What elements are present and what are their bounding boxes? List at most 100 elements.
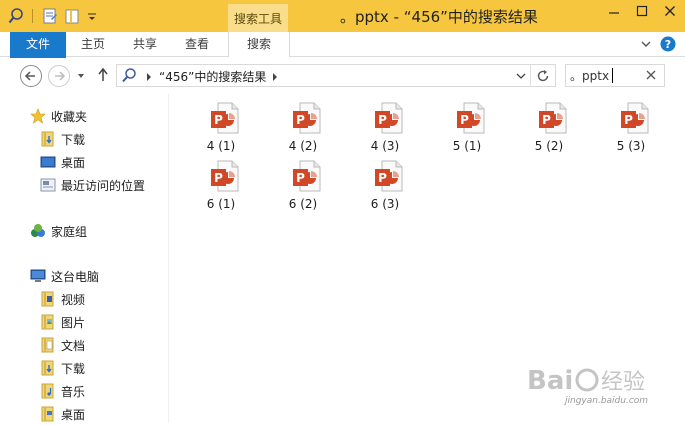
quick-access-divider [32, 9, 33, 23]
music-folder-icon [40, 383, 56, 399]
search-box[interactable] [565, 64, 665, 87]
nav-desktop-pc[interactable]: 桌面 [0, 404, 168, 424]
powerpoint-file-icon: P [621, 102, 649, 134]
up-arrow-icon[interactable] [96, 67, 110, 83]
powerpoint-file-icon: P [293, 160, 321, 192]
powerpoint-file-icon: P [375, 160, 403, 192]
new-folder-icon[interactable] [64, 7, 80, 25]
powerpoint-file-icon: P [457, 102, 485, 134]
svg-text:P: P [542, 113, 551, 127]
desktop-icon [40, 154, 56, 170]
homegroup-icon [30, 223, 46, 239]
file-item[interactable]: P 5 (3) [601, 102, 661, 160]
powerpoint-file-icon: P [293, 102, 321, 134]
address-bar[interactable]: “456”中的搜索结果 [116, 64, 556, 87]
customize-dropdown-icon[interactable] [86, 7, 102, 25]
svg-text:P: P [296, 171, 305, 185]
file-item[interactable]: P 4 (3) [355, 102, 415, 160]
documents-folder-icon [40, 337, 56, 353]
navigation-pane: 收藏夹 下载 桌面 最近访问的位置 家庭组 这台电脑 视频 图片 文档 下载 音… [0, 94, 169, 423]
file-name: 5 (2) [534, 139, 564, 153]
svg-text:经验: 经验 [601, 370, 645, 395]
refresh-icon[interactable] [535, 68, 551, 84]
nav-favorites-label: 收藏夹 [51, 110, 88, 124]
file-name: 5 (1) [452, 139, 482, 153]
file-item[interactable]: P 6 (1) [191, 160, 251, 218]
tab-share[interactable]: 共享 [124, 32, 166, 56]
nav-downloads[interactable]: 下载 [0, 358, 168, 378]
file-name: 5 (3) [616, 139, 646, 153]
text-caret [612, 68, 613, 83]
nav-favorites-desktop[interactable]: 桌面 [0, 152, 168, 172]
svg-text:P: P [378, 171, 387, 185]
file-item[interactable]: P 4 (1) [191, 102, 251, 160]
tab-search[interactable]: 搜索 [228, 32, 290, 57]
svg-text:?: ? [665, 38, 671, 51]
recent-locations-chevron-icon[interactable] [76, 70, 86, 80]
search-input[interactable] [568, 66, 642, 85]
nav-favorites[interactable]: 收藏夹 [0, 106, 168, 126]
nav-homegroup-label: 家庭组 [51, 225, 88, 239]
nav-label-desktop: 桌面 [61, 156, 86, 170]
breadcrumb-next-icon[interactable] [271, 71, 279, 81]
breadcrumb-separator-icon[interactable] [145, 71, 153, 81]
nav-label-downloads-pc: 下载 [61, 362, 86, 376]
nav-music[interactable]: 音乐 [0, 381, 168, 401]
svg-text:P: P [214, 171, 223, 185]
breadcrumb-search-results[interactable]: “456”中的搜索结果 [159, 68, 266, 85]
window-title: 。pptx - “456”中的搜索结果 [340, 8, 538, 26]
nav-this-pc-label: 这台电脑 [51, 270, 100, 284]
help-icon[interactable]: ? [660, 36, 676, 52]
download-folder-icon [40, 360, 56, 376]
nav-videos[interactable]: 视频 [0, 289, 168, 309]
svg-text:P: P [378, 113, 387, 127]
tab-home[interactable]: 主页 [72, 32, 114, 56]
magnifier-icon[interactable] [8, 7, 24, 25]
svg-text:Bai: Bai [527, 366, 573, 396]
nav-pictures[interactable]: 图片 [0, 312, 168, 332]
file-item[interactable]: P 4 (2) [273, 102, 333, 160]
nav-favorites-downloads[interactable]: 下载 [0, 129, 168, 149]
powerpoint-file-icon: P [211, 102, 239, 134]
svg-text:P: P [460, 113, 469, 127]
maximize-icon[interactable] [628, 0, 656, 22]
baidu-watermark-logo: Bai 经验 [527, 366, 645, 396]
file-name: 4 (3) [370, 139, 400, 153]
file-name: 6 (1) [206, 197, 236, 211]
clear-search-icon[interactable] [645, 69, 657, 81]
nav-this-pc[interactable]: 这台电脑 [0, 266, 168, 286]
properties-icon[interactable] [42, 7, 58, 25]
nav-homegroup[interactable]: 家庭组 [0, 221, 168, 241]
nav-label-pictures: 图片 [61, 316, 86, 330]
star-icon [30, 108, 46, 124]
nav-favorites-recent[interactable]: 最近访问的位置 [0, 175, 168, 195]
download-folder-icon [40, 131, 56, 147]
nav-label-recent: 最近访问的位置 [61, 179, 146, 193]
powerpoint-file-icon: P [211, 160, 239, 192]
desktop-folder-icon [40, 406, 56, 422]
forward-button[interactable] [48, 65, 70, 87]
title-bar: 搜索工具 。pptx - “456”中的搜索结果 [0, 0, 685, 32]
back-button[interactable] [20, 65, 42, 87]
search-location-icon [121, 67, 137, 83]
close-window-icon[interactable] [656, 0, 684, 22]
file-name: 6 (2) [288, 197, 318, 211]
file-item[interactable]: P 6 (3) [355, 160, 415, 218]
file-item[interactable]: P 5 (2) [519, 102, 579, 160]
address-dropdown-icon[interactable] [515, 70, 527, 82]
pictures-folder-icon [40, 314, 56, 330]
svg-text:P: P [624, 113, 633, 127]
minimize-icon[interactable] [600, 0, 628, 22]
file-item[interactable]: P 5 (1) [437, 102, 497, 160]
file-name: 4 (1) [206, 139, 236, 153]
search-tools-context-header: 搜索工具 [228, 4, 288, 32]
tab-view[interactable]: 查看 [176, 32, 218, 56]
watermark-url: jingyan.baidu.com [565, 396, 649, 406]
expand-ribbon-icon[interactable] [638, 36, 654, 52]
recent-places-icon [40, 177, 56, 193]
svg-text:P: P [214, 113, 223, 127]
nav-label-music: 音乐 [61, 385, 86, 399]
nav-documents[interactable]: 文档 [0, 335, 168, 355]
ribbon-tabs: 文件 主页 共享 查看 搜索 ? [0, 32, 685, 90]
file-item[interactable]: P 6 (2) [273, 160, 333, 218]
